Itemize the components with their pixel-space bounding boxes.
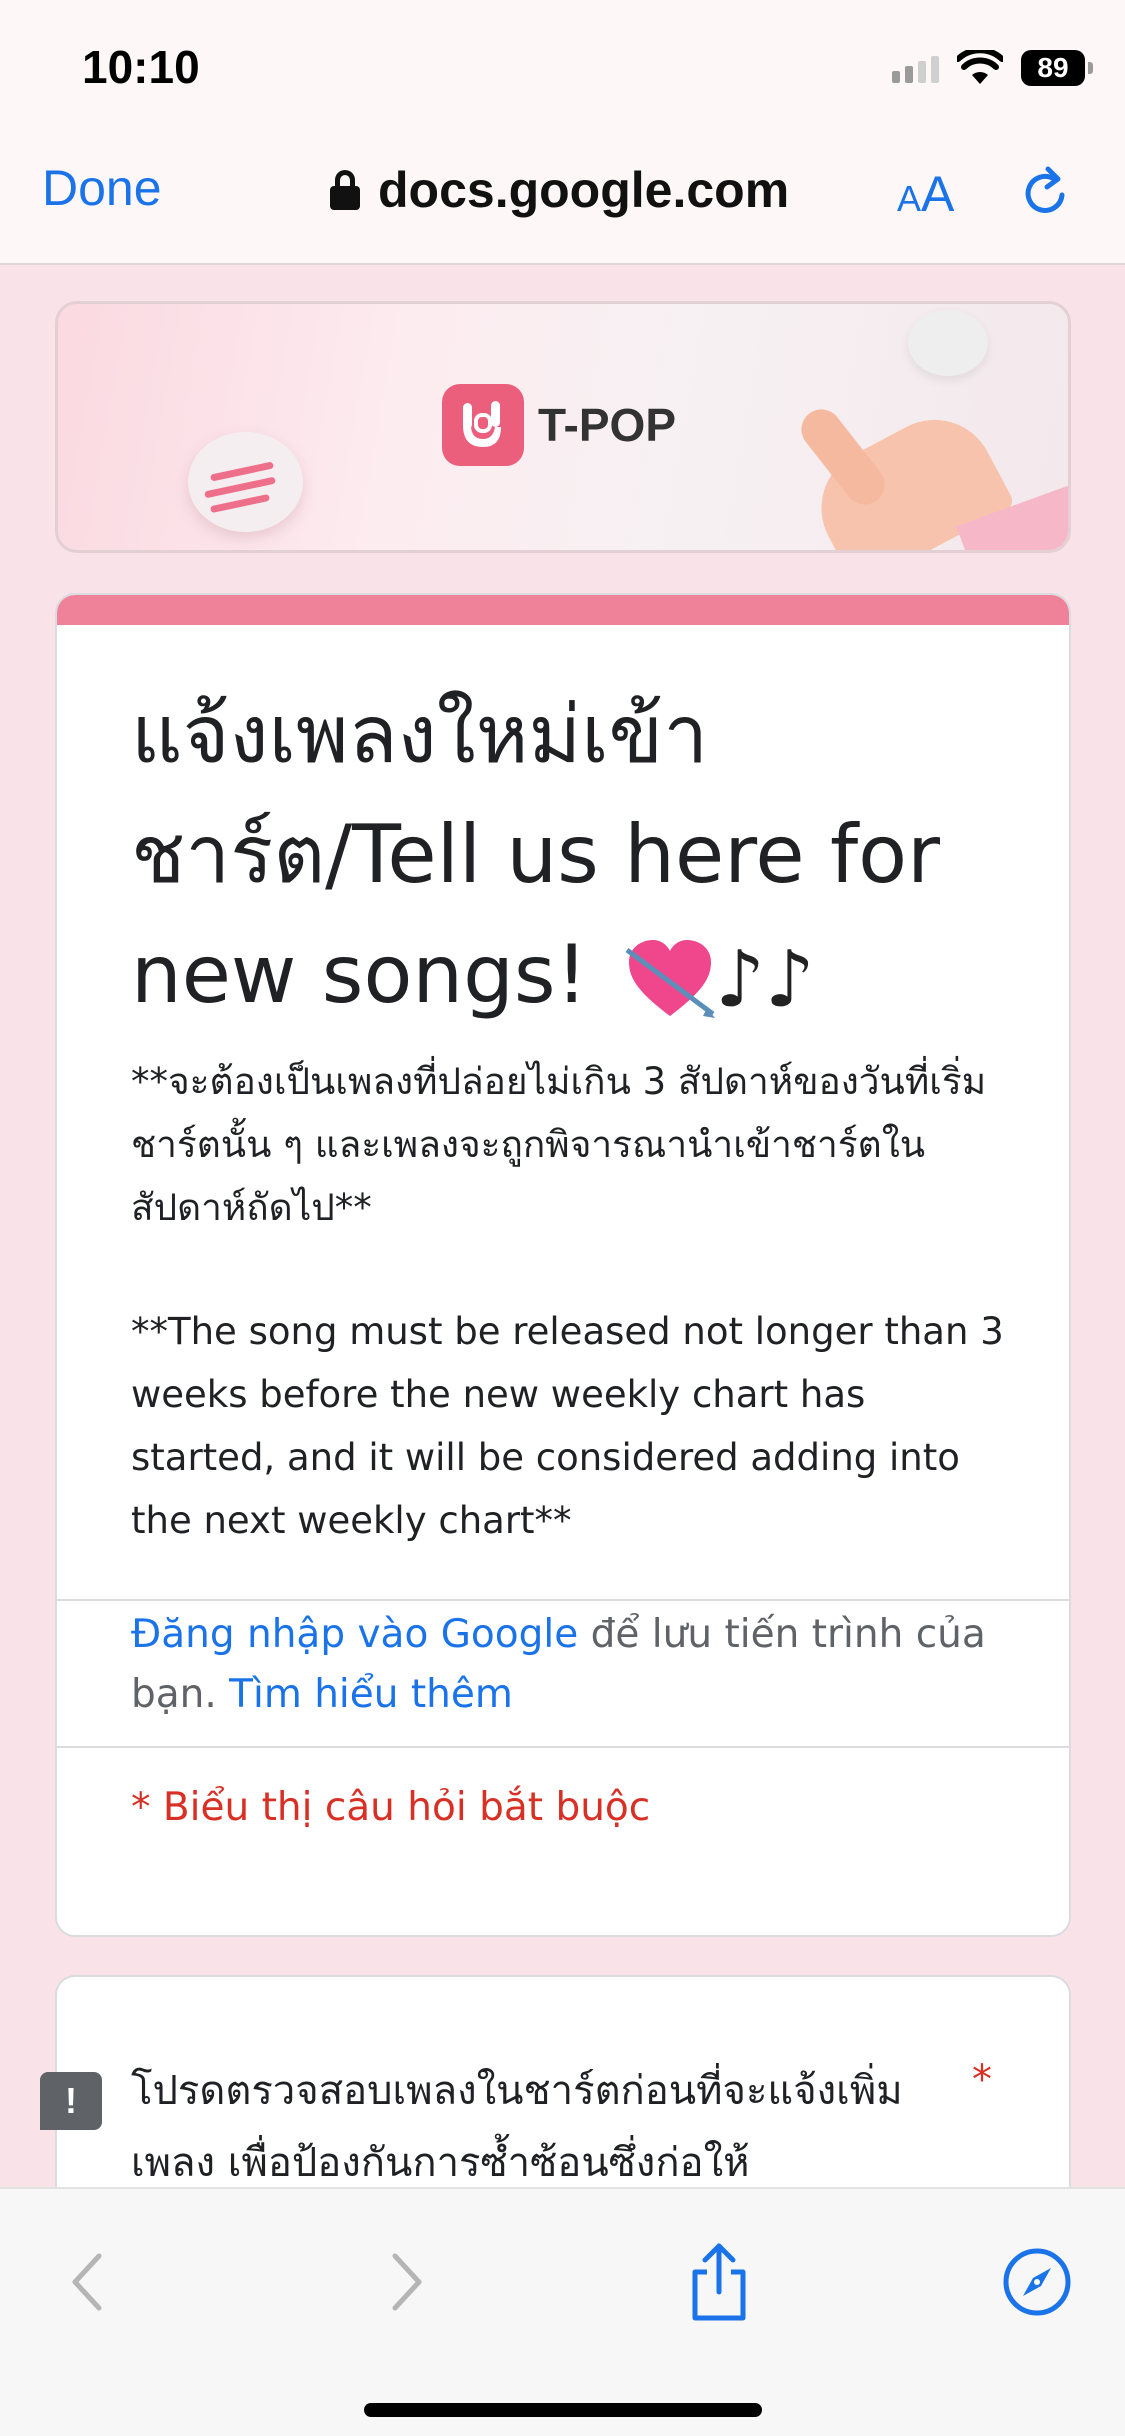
google-signin-link[interactable]: Đăng nhập vào Google — [131, 1612, 578, 1657]
chevron-right-icon — [392, 2253, 422, 2311]
question-title: โปรดตรวจสอบเพลงในชาร์ตก่อนที่จะแจ้งเพิ่ม… — [131, 2068, 903, 2186]
text-size-small-glyph: A — [897, 178, 922, 219]
signin-notice: Đăng nhập vào Google để lưu tiến trình c… — [131, 1605, 1011, 1725]
report-feedback-button[interactable]: ! — [40, 2072, 102, 2130]
header-banner: T-POP — [55, 301, 1071, 553]
music-notes-icon: ♪♪ — [715, 935, 815, 1026]
share-icon — [692, 2243, 746, 2321]
page-content: T-POP แจ้งเพลงใหม่เข้าชาร์ต/Tell us here… — [0, 267, 1125, 2187]
section-divider — [57, 1746, 1069, 1748]
chat-bubble-icon — [188, 432, 303, 532]
question-card: โปรดตรวจสอบเพลงในชาร์ตก่อนที่จะแจ้งเพิ่ม… — [55, 1975, 1071, 2187]
tpop-logo: T-POP — [442, 384, 676, 466]
section-divider — [57, 1599, 1069, 1601]
wifi-icon — [957, 50, 1003, 84]
heart-with-arrow-icon — [625, 940, 716, 1019]
forward-button[interactable] — [362, 2237, 452, 2327]
lock-icon — [330, 170, 360, 210]
battery-icon: 89 — [1021, 50, 1093, 86]
card-accent-bar — [57, 595, 1069, 625]
back-button[interactable] — [42, 2237, 132, 2327]
url-text: docs.google.com — [378, 162, 790, 218]
home-indicator — [364, 2403, 762, 2417]
browser-toolbar: Done docs.google.com AA — [0, 135, 1125, 265]
compass-icon — [1003, 2248, 1071, 2316]
reload-icon[interactable] — [1018, 165, 1074, 221]
cellular-signal-icon — [892, 53, 939, 83]
done-button[interactable]: Done — [42, 159, 162, 217]
share-button[interactable] — [674, 2237, 764, 2327]
text-size-big-glyph: A — [921, 166, 955, 222]
address-bar[interactable]: docs.google.com — [330, 161, 789, 219]
form-description-english: **The song must be released not longer t… — [131, 1310, 1004, 1542]
text-size-button[interactable]: AA — [897, 165, 954, 223]
learn-more-link[interactable]: Tìm hiểu thêm — [229, 1672, 513, 1717]
speech-bubble-icon — [908, 310, 988, 376]
status-icons: 89 — [892, 46, 1093, 90]
rock-hand-icon — [442, 384, 524, 466]
chevron-left-icon — [72, 2253, 102, 2311]
required-asterisk: * — [972, 2057, 992, 2103]
form-description-thai: **จะต้องเป็นเพลงที่ปล่อยไม่เกิน 3 สัปดาห… — [131, 1060, 987, 1229]
form-title: แจ้งเพลงใหม่เข้าชาร์ต/Tell us here for n… — [131, 675, 1011, 1040]
status-time: 10:10 — [82, 41, 200, 93]
logo-text: T-POP — [538, 399, 677, 451]
status-bar: 10:10 89 — [0, 0, 1125, 135]
browser-bottom-toolbar — [0, 2187, 1125, 2436]
form-title-text: แจ้งเพลงใหม่เข้าชาร์ต/Tell us here for n… — [131, 688, 940, 1021]
form-header-card: แจ้งเพลงใหม่เข้าชาร์ต/Tell us here for n… — [55, 593, 1071, 1937]
compass-button[interactable] — [992, 2237, 1082, 2327]
required-question-note: * Biểu thị câu hỏi bắt buộc — [131, 1785, 651, 1830]
